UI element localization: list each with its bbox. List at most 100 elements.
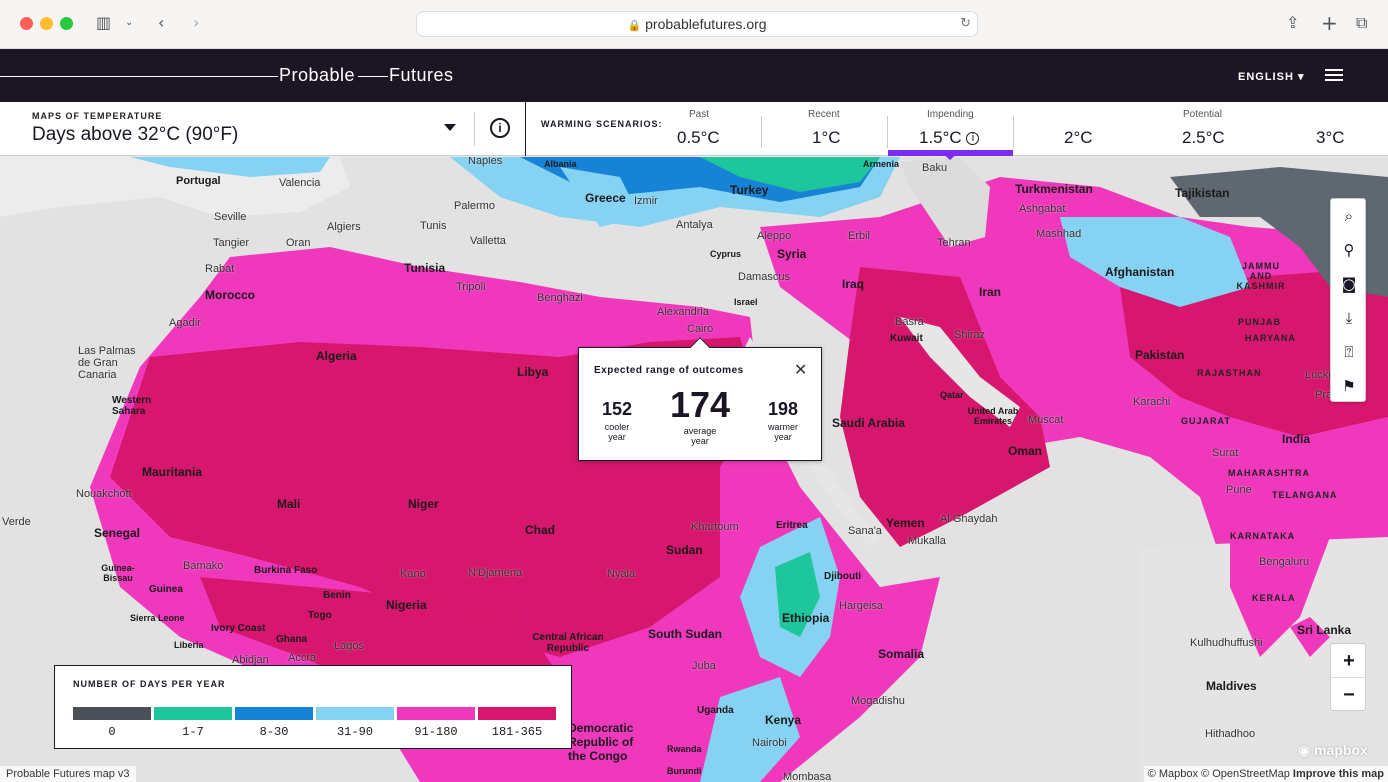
map-label: Benghazi — [537, 292, 583, 304]
forward-icon[interactable]: › — [193, 13, 199, 33]
map-label: Ashgabat — [1019, 203, 1066, 215]
legend-label: 31-90 — [336, 725, 373, 739]
close-icon[interactable]: ✕ — [794, 360, 807, 379]
scenario-group-impending: Impending — [927, 109, 974, 120]
map-label: KARNATAKA — [1230, 531, 1296, 541]
climate-map[interactable]: Portugal Greece Turkey Syria Turkmenista… — [0, 157, 1388, 782]
close-window-button[interactable] — [20, 17, 33, 30]
average-year-label: average year — [683, 426, 717, 446]
map-label: Kenya — [765, 713, 802, 727]
map-label: Tangier — [213, 237, 250, 249]
map-label: Algeria — [316, 349, 357, 363]
map-label: GUJARAT — [1181, 416, 1231, 426]
reload-icon[interactable]: ↻ — [960, 12, 971, 36]
minimize-window-button[interactable] — [40, 17, 53, 30]
map-label: HARYANA — [1245, 333, 1296, 343]
legend-label: 1-7 — [182, 725, 204, 739]
map-label: Sierra Leone — [130, 613, 185, 623]
map-select[interactable]: Days above 32°C (90°F) — [32, 124, 238, 146]
tab-overview-icon[interactable]: ⧉ — [1356, 13, 1367, 33]
map-label: Oman — [1008, 444, 1043, 458]
map-label: Qatar — [940, 390, 964, 400]
map-category-label: MAPS OF TEMPERATURE — [32, 111, 163, 121]
map-label: Ghana — [276, 634, 308, 645]
map-label: Yemen — [886, 516, 925, 530]
new-tab-icon[interactable]: + — [1321, 13, 1338, 33]
map-label: Chad — [525, 523, 555, 537]
map-label: Turkey — [730, 183, 769, 197]
map-label: Eritrea — [776, 520, 808, 531]
cooler-year-stat: 152 cooler year — [595, 399, 639, 442]
divider — [474, 112, 475, 146]
map-label: Guinea-Bissau — [101, 563, 135, 583]
map-label: Lagos — [334, 640, 364, 652]
scenario-group-potential: Potential — [1183, 109, 1222, 120]
map-label: Nouakchott — [76, 488, 132, 500]
scenario-1c[interactable]: 1°C — [812, 128, 841, 148]
map-label: Agadir — [169, 317, 201, 329]
logo-text-futures[interactable]: Futures — [389, 65, 454, 86]
scenario-group-past: Past — [689, 109, 710, 120]
map-label: Erbil — [848, 230, 871, 242]
map-label: N'Djamena — [468, 567, 523, 579]
map-label: Tunisia — [404, 261, 446, 275]
attribution-text[interactable]: © Mapbox © OpenStreetMap — [1148, 768, 1290, 780]
location-pin-icon[interactable]: ⚲ — [1331, 233, 1367, 267]
map-label: Las Palmas de Gran Canaria — [78, 345, 136, 381]
map-label: Aleppo — [757, 230, 792, 242]
flag-icon[interactable]: ⚑ — [1331, 369, 1367, 403]
language-selector[interactable]: ENGLISH ▾ — [1238, 70, 1304, 83]
scenario-1-5c[interactable]: 1.5°C i — [919, 128, 980, 148]
map-label: Liberia — [174, 640, 204, 650]
map-label: Albania — [544, 159, 577, 169]
help-icon[interactable]: ⍰ — [1331, 335, 1367, 369]
address-bar[interactable]: 🔒 probablefutures.org ↻ — [416, 11, 978, 37]
logo-text-probable[interactable]: Probable — [279, 65, 355, 86]
scenario-3c[interactable]: 3°C — [1316, 128, 1345, 148]
map-label: Kano — [400, 568, 426, 580]
legend-swatch — [316, 707, 394, 720]
zoom-in-button[interactable]: + — [1331, 644, 1367, 678]
map-label: Mombasa — [783, 771, 832, 782]
info-icon[interactable]: i — [490, 118, 510, 138]
maximize-window-button[interactable] — [60, 17, 73, 30]
map-label: Pune — [1226, 484, 1252, 496]
scenario-0-5c[interactable]: 0.5°C — [677, 128, 720, 148]
scenario-2c[interactable]: 2°C — [1064, 128, 1093, 148]
warming-scenarios-label: WARMING SCENARIOS: — [541, 119, 663, 129]
map-label: Afghanistan — [1105, 265, 1175, 279]
camera-icon[interactable]: ◙ — [1331, 267, 1367, 301]
map-label: Accra — [288, 652, 317, 664]
search-icon[interactable]: ⌕ — [1331, 199, 1367, 233]
warmer-year-value: 198 — [767, 399, 799, 419]
sidebar-toggle-icon[interactable]: ▥ — [96, 13, 111, 33]
chevron-down-icon[interactable]: ⌄ — [125, 13, 133, 33]
menu-icon[interactable] — [1325, 69, 1343, 81]
scenario-2-5c[interactable]: 2.5°C — [1182, 128, 1225, 148]
map-label: Juba — [692, 660, 716, 672]
mapbox-logo[interactable]: ◉ mapbox — [1298, 742, 1368, 759]
download-icon[interactable]: ⤓ — [1331, 301, 1367, 335]
map-label: Nyala — [607, 568, 636, 580]
map-label: MAHARASHTRA — [1228, 468, 1310, 478]
map-label: Khartoum — [691, 521, 739, 533]
map-label: Somalia — [878, 647, 925, 661]
improve-map-link[interactable]: Improve this map — [1293, 768, 1384, 780]
map-label: Baku — [922, 162, 948, 174]
legend-swatch — [397, 707, 475, 720]
map-label: Tajikistan — [1175, 186, 1230, 200]
zoom-out-button[interactable]: − — [1331, 678, 1367, 712]
map-label: Bamako — [183, 560, 224, 572]
info-icon[interactable]: i — [966, 132, 980, 145]
lock-icon: 🔒 — [627, 19, 642, 32]
back-icon[interactable]: ‹ — [158, 13, 164, 33]
legend-swatch — [478, 707, 556, 720]
map-label: Iraq — [842, 277, 865, 291]
map-label: Mashhad — [1036, 228, 1082, 240]
dropdown-caret-icon[interactable] — [444, 124, 456, 131]
share-icon[interactable]: ⇪ — [1286, 13, 1299, 33]
map-label: Guinea — [149, 584, 183, 595]
map-label: Djibouti — [824, 571, 862, 582]
divider — [761, 116, 762, 148]
map-label: South Sudan — [648, 627, 722, 641]
